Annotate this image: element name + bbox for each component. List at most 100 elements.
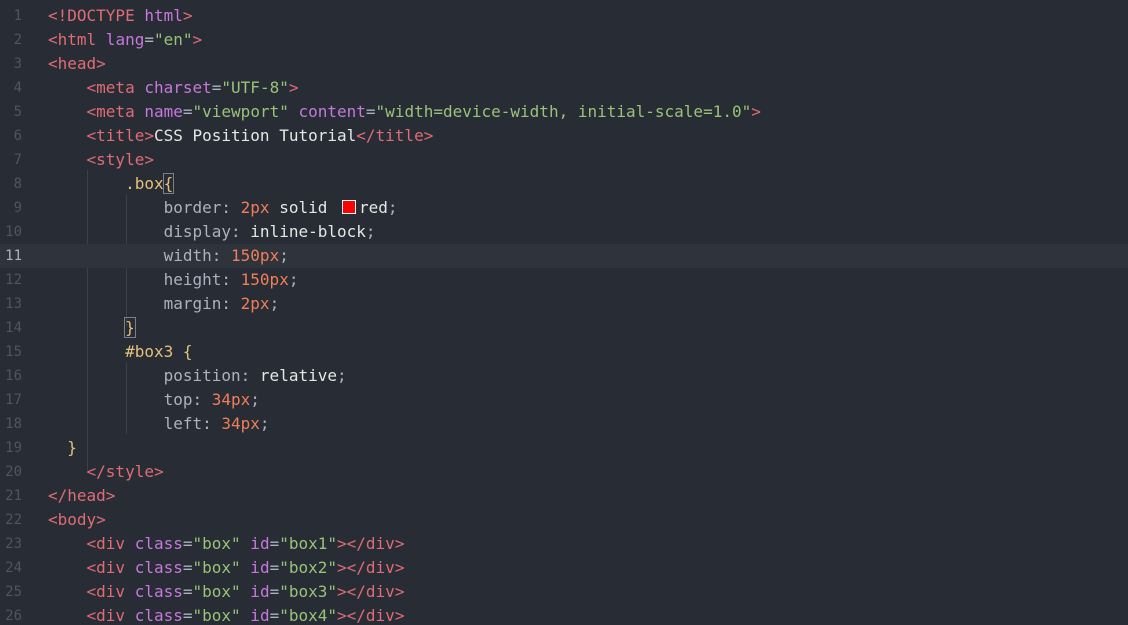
- code-text: <body>: [48, 508, 106, 532]
- code-text: margin: 2px;: [48, 292, 280, 316]
- line-number: 25: [5, 584, 22, 600]
- code-token: "box4": [279, 606, 338, 625]
- code-token: top:: [48, 390, 212, 409]
- code-token: 34px: [221, 414, 260, 433]
- code-token: border:: [48, 198, 241, 217]
- code-token: CSS Position Tutorial: [153, 126, 357, 145]
- code-text: }: [48, 436, 77, 460]
- code-token: ></div>: [337, 582, 405, 601]
- code-line[interactable]: 7 <style>: [0, 148, 1128, 172]
- code-line[interactable]: 8 .box{: [0, 172, 1128, 196]
- code-token: solid: [269, 198, 337, 217]
- code-text: border: 2px solid red;: [48, 196, 398, 220]
- code-token: =: [269, 582, 280, 601]
- code-token: 2px: [240, 294, 270, 313]
- code-token: ;: [269, 294, 280, 313]
- line-number: 13: [5, 296, 22, 312]
- code-line[interactable]: 18 left: 34px;: [0, 412, 1128, 436]
- code-text: </style>: [48, 460, 164, 484]
- code-token: {: [162, 173, 175, 194]
- code-line[interactable]: 3 <head>: [0, 52, 1128, 76]
- code-line[interactable]: 20 </style>: [0, 460, 1128, 484]
- line-number: 2: [13, 32, 22, 48]
- code-token: margin:: [48, 294, 241, 313]
- code-token: charset: [134, 78, 212, 97]
- code-token: class: [125, 582, 183, 601]
- code-token: =: [182, 534, 193, 553]
- code-token: =: [269, 558, 280, 577]
- code-token: "box": [192, 606, 241, 625]
- code-token: ;: [259, 414, 270, 433]
- code-text: <meta charset="UTF-8">: [48, 76, 299, 100]
- line-number: 11: [5, 248, 22, 264]
- code-token: <style>: [48, 150, 154, 169]
- code-line[interactable]: 1 <!DOCTYPE html>: [0, 4, 1128, 28]
- code-line[interactable]: 21 </head>: [0, 484, 1128, 508]
- code-line[interactable]: 6 <title>CSS Position Tutorial</title>: [0, 124, 1128, 148]
- code-token: "box2": [279, 558, 338, 577]
- code-token: <meta: [48, 78, 135, 97]
- code-line[interactable]: 16 position: relative;: [0, 364, 1128, 388]
- code-text: </head>: [48, 484, 115, 508]
- code-line[interactable]: 10 display: inline-block;: [0, 220, 1128, 244]
- code-token: =: [365, 102, 376, 121]
- code-line[interactable]: 26 <div class="box" id="box4"></div>: [0, 604, 1128, 625]
- code-token: ;: [288, 270, 299, 289]
- code-token: 150px: [240, 270, 289, 289]
- code-line[interactable]: 13 margin: 2px;: [0, 292, 1128, 316]
- code-token: ;: [279, 246, 289, 265]
- code-token: lang: [96, 30, 145, 49]
- code-text: width: 150px;: [48, 244, 289, 268]
- code-text: <meta name="viewport" content="width=dev…: [48, 100, 761, 124]
- line-number: 26: [5, 608, 22, 624]
- code-token: .box: [48, 174, 164, 193]
- code-line[interactable]: 11 width: 150px;: [0, 244, 1128, 268]
- code-line[interactable]: 25 <div class="box" id="box3"></div>: [0, 580, 1128, 604]
- code-token: {: [173, 342, 193, 361]
- code-line[interactable]: 9 border: 2px solid red;: [0, 196, 1128, 220]
- code-line[interactable]: 4 <meta charset="UTF-8">: [0, 76, 1128, 100]
- line-number: 17: [5, 392, 22, 408]
- code-token: <html: [48, 30, 97, 49]
- code-text: <div class="box" id="box3"></div>: [48, 580, 405, 604]
- line-number: 5: [13, 104, 22, 120]
- line-number: 24: [5, 560, 22, 576]
- code-token: class: [125, 534, 183, 553]
- code-line[interactable]: 22 <body>: [0, 508, 1128, 532]
- code-text: <!DOCTYPE html>: [48, 4, 193, 28]
- code-line[interactable]: 24 <div class="box" id="box2"></div>: [0, 556, 1128, 580]
- code-token: >: [192, 30, 203, 49]
- code-line[interactable]: 12 height: 150px;: [0, 268, 1128, 292]
- line-number: 6: [13, 128, 22, 144]
- code-text: position: relative;: [48, 364, 347, 388]
- color-swatch-icon[interactable]: [342, 200, 356, 214]
- code-token: ;: [250, 390, 260, 409]
- code-token: relative: [259, 366, 337, 385]
- code-text: <div class="box" id="box4"></div>: [48, 604, 405, 625]
- code-editor[interactable]: 1 <!DOCTYPE html> 2 <html lang="en"> 3 <head>…: [0, 0, 1128, 625]
- code-token: =: [269, 534, 280, 553]
- code-line[interactable]: 17 top: 34px;: [0, 388, 1128, 412]
- line-number: 4: [13, 80, 22, 96]
- code-token: id: [240, 534, 270, 553]
- code-text: <head>: [48, 52, 106, 76]
- code-line[interactable]: 15 #box3 {: [0, 340, 1128, 364]
- code-token: =: [182, 102, 193, 121]
- code-line[interactable]: 14 }: [0, 316, 1128, 340]
- code-token: 150px: [231, 246, 280, 265]
- code-token: ;: [387, 198, 398, 217]
- line-number: 20: [5, 464, 22, 480]
- code-line[interactable]: 19 }: [0, 436, 1128, 460]
- line-number: 15: [5, 344, 22, 360]
- line-number: 1: [13, 8, 22, 24]
- code-token: 2px: [240, 198, 270, 217]
- line-number: 18: [5, 416, 22, 432]
- code-line[interactable]: 2 <html lang="en">: [0, 28, 1128, 52]
- code-token: <head>: [48, 54, 106, 73]
- code-token: inline-block: [250, 222, 366, 241]
- code-text: <div class="box" id="box1"></div>: [48, 532, 405, 556]
- code-token: <body>: [48, 510, 106, 529]
- code-line[interactable]: 23 <div class="box" id="box1"></div>: [0, 532, 1128, 556]
- code-line[interactable]: 5 <meta name="viewport" content="width=d…: [0, 100, 1128, 124]
